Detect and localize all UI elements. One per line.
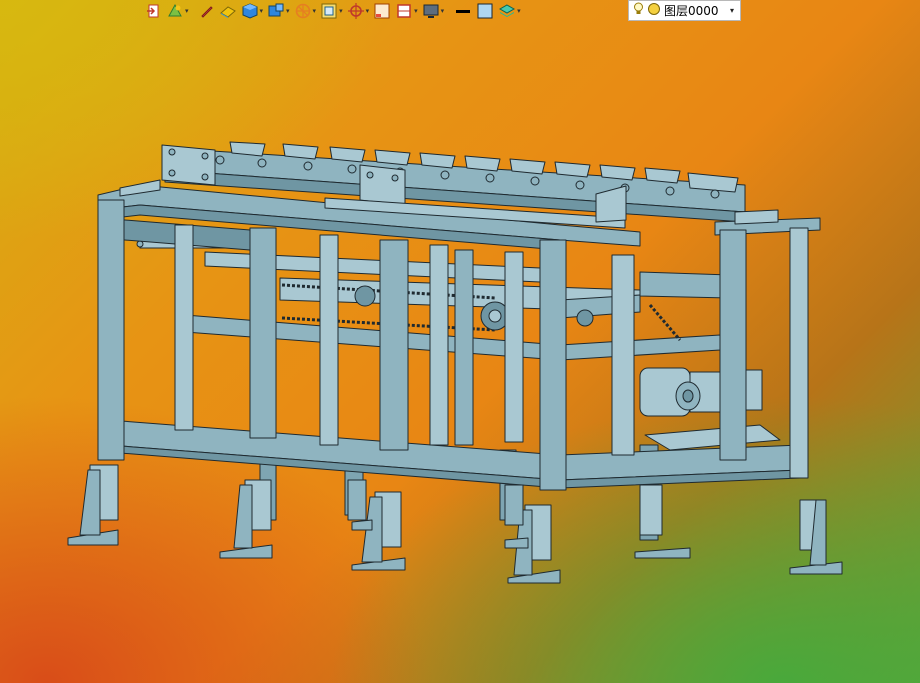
render-mode-icon [166,2,184,20]
cube-button[interactable]: ▾ [240,1,265,21]
fill-color-icon [476,2,494,20]
layer-visibility-icon[interactable] [647,2,661,19]
section-icon [395,2,413,20]
section-caret: ▾ [414,6,418,15]
wheel-caret: ▾ [312,6,317,15]
section-button[interactable]: ▾ [394,1,419,21]
wheel-button[interactable]: ▾ [293,1,318,21]
roller-conveyor-model [67,141,843,584]
cad-viewport[interactable] [0,0,920,683]
frame-button[interactable] [372,1,392,21]
layer-selector[interactable]: 图层0000 ▾ [628,0,741,21]
view-orientation-icon [267,2,285,20]
layer-dropdown-button[interactable]: ▾ [724,1,740,20]
layer-name: 图层0000 [664,4,719,18]
eraser-button[interactable] [218,1,238,21]
wheel-icon [294,2,312,20]
layers-button[interactable]: ▾ [497,1,522,21]
frame-icon [373,2,391,20]
pen-icon [199,3,215,19]
cube-icon [241,2,259,20]
lightbulb-icon[interactable] [633,2,644,19]
display-button[interactable]: ▾ [421,1,446,21]
exit-button[interactable] [145,1,163,21]
crosshair-button[interactable]: ▾ [346,1,371,21]
zoom-fit-caret: ▾ [339,6,343,15]
layers-icon [498,2,516,20]
view-orientation-caret: ▾ [286,6,290,15]
fill-color-button[interactable] [475,1,495,21]
zoom-fit-icon [320,2,338,20]
exit-icon [146,3,162,19]
line-color-icon [454,2,472,20]
leveling-feet [67,464,843,584]
layers-caret: ▾ [517,6,521,15]
eraser-icon [219,3,237,19]
zoom-fit-button[interactable]: ▾ [319,1,344,21]
display-icon [422,2,440,20]
line-color-button[interactable] [453,1,473,21]
crosshair-icon [347,2,365,20]
viewport-toolbar: ▾ ▾ ▾ ▾ ▾ ▾ ▾ ▾ ▾ [145,0,522,22]
chevron-down-icon: ▾ [729,6,734,15]
cube-caret: ▾ [259,6,264,15]
render-mode-caret: ▾ [185,6,189,15]
crosshair-caret: ▾ [365,6,370,15]
display-caret: ▾ [440,6,445,15]
view-orientation-button[interactable]: ▾ [266,1,291,21]
render-mode-button[interactable]: ▾ [165,1,190,21]
pen-button[interactable] [198,1,216,21]
